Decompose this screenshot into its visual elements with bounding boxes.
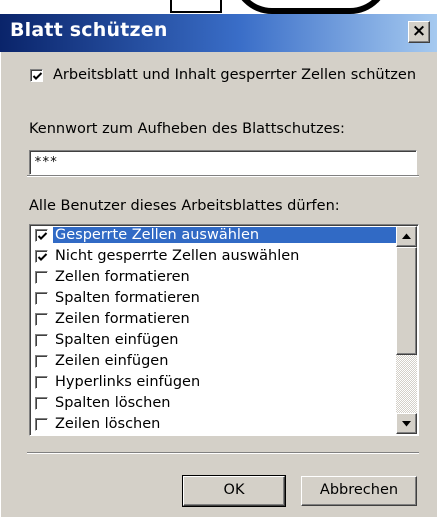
scroll-up-button[interactable] [396, 226, 417, 247]
list-item[interactable]: Zellen formatieren [32, 268, 394, 289]
permission-label: Nicht gesperrte Zellen auswählen [55, 248, 300, 264]
permission-checkbox[interactable] [35, 334, 48, 347]
window-title: Blatt schützen [10, 19, 168, 41]
permission-label: Zeilen einfügen [55, 353, 169, 369]
list-item[interactable]: Spalten löschen [32, 394, 394, 415]
permission-checkbox[interactable] [35, 250, 48, 263]
protect-checkbox-label[interactable]: Arbeitsblatt und Inhalt gesperrter Zelle… [53, 67, 416, 83]
background-shape [232, 0, 390, 14]
close-button[interactable]: × [408, 21, 430, 43]
background-strip [0, 0, 437, 14]
list-item[interactable]: Zeilen einfügen [32, 352, 394, 373]
permission-checkbox[interactable] [35, 229, 48, 242]
list-item[interactable]: Hyperlinks einfügen [32, 373, 394, 394]
background-box [170, 0, 222, 13]
arrow-down-icon [402, 421, 411, 427]
permission-label: Hyperlinks einfügen [55, 374, 201, 390]
list-item[interactable]: Spalten einfügen [32, 331, 394, 352]
ok-button[interactable]: OK [182, 475, 286, 507]
permission-checkbox[interactable] [35, 292, 48, 305]
dialog-body: Arbeitsblatt und Inhalt gesperrter Zelle… [0, 52, 437, 517]
permission-checkbox[interactable] [35, 355, 48, 368]
permission-label: Zeilen formatieren [55, 311, 190, 327]
permission-label: Zeilen löschen [55, 416, 161, 432]
arrow-up-icon [402, 233, 411, 239]
permission-label: Gesperrte Zellen auswählen [53, 227, 396, 243]
title-bar[interactable]: Blatt schützen × [0, 14, 437, 52]
list-scrollbar[interactable] [396, 226, 417, 434]
divider [27, 175, 419, 177]
list-item[interactable]: Spalten formatieren [32, 289, 394, 310]
list-item[interactable]: Zeilen löschen [32, 415, 394, 435]
checkmark-icon [37, 253, 48, 262]
close-icon: × [411, 21, 427, 41]
permissions-label: Alle Benutzer dieses Arbeitsblattes dürf… [29, 198, 340, 214]
permissions-list[interactable]: Gesperrte Zellen auswählen Nicht gesperrt… [29, 224, 419, 436]
permission-label: Zellen formatieren [55, 269, 190, 285]
checkmark-icon [32, 72, 43, 81]
cancel-button[interactable]: Abbrechen [301, 476, 417, 506]
permission-checkbox[interactable] [35, 271, 48, 284]
dialog-window: Blatt schützen × Arbeitsblatt und Inhalt… [0, 0, 437, 517]
checkmark-icon [37, 232, 48, 241]
scroll-down-button[interactable] [396, 413, 417, 434]
scroll-thumb[interactable] [396, 247, 417, 355]
permission-label: Spalten löschen [55, 395, 171, 411]
password-field[interactable]: *** [29, 150, 417, 175]
permission-checkbox[interactable] [35, 313, 48, 326]
permission-label: Spalten einfügen [55, 332, 179, 348]
protect-checkbox[interactable] [30, 69, 43, 82]
divider [27, 452, 419, 454]
permission-checkbox[interactable] [35, 397, 48, 410]
permission-label: Spalten formatieren [55, 290, 200, 306]
list-item[interactable]: Nicht gesperrte Zellen auswählen [32, 247, 394, 268]
list-item[interactable]: Zeilen formatieren [32, 310, 394, 331]
permission-checkbox[interactable] [35, 376, 48, 389]
list-item[interactable]: Gesperrte Zellen auswählen [32, 226, 396, 247]
password-label: Kennwort zum Aufheben des Blattschutzes: [29, 121, 345, 137]
permission-checkbox[interactable] [35, 418, 48, 431]
